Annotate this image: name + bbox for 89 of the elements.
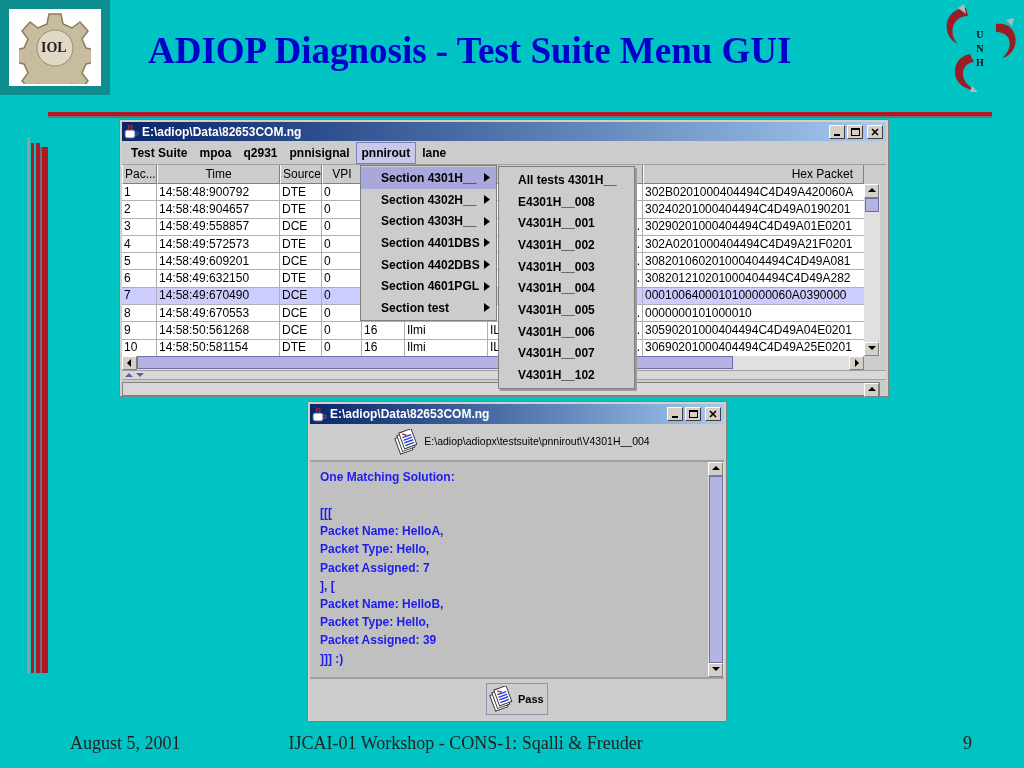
ellipsis-text: .. bbox=[633, 323, 640, 338]
table-cell: 30690201000404494C4D49A25E0201 bbox=[645, 340, 852, 356]
menu-entry-label: Section 4301H__ bbox=[381, 169, 477, 187]
menu-entry-label: Section 4303H__ bbox=[381, 213, 477, 231]
menu-entry-label: Section 4402DBS bbox=[381, 256, 480, 274]
ellipsis-text: .. bbox=[633, 236, 640, 252]
table-cell: 0000000101000010 bbox=[645, 305, 752, 321]
result-heading: One Matching Solution: bbox=[320, 469, 456, 486]
ellipsis-text: .. bbox=[633, 219, 640, 235]
result-line: ], [ bbox=[320, 577, 336, 595]
table-cell: 14:58:48:904657 bbox=[159, 201, 250, 217]
table-cell: 5 bbox=[124, 253, 131, 269]
table-cell: DCE bbox=[282, 305, 308, 321]
table-cell: 14:58:50:561268 bbox=[159, 323, 250, 338]
table-cell: 16 bbox=[364, 323, 378, 338]
result-line: Packet Type: Hello, bbox=[320, 541, 431, 559]
table-cell: 0001006400010100000060A0390000 bbox=[645, 288, 847, 304]
result-line: Packet Name: HelloA, bbox=[320, 523, 445, 541]
table-cell: 16 bbox=[364, 340, 378, 356]
table-cell: 0 bbox=[324, 271, 331, 287]
table-cell: 14:58:49:558857 bbox=[159, 219, 250, 235]
window-title: E:\adiop\Data\82653COM.ng bbox=[330, 406, 490, 423]
emblem-letter: U bbox=[976, 28, 984, 42]
table-cell: 308201060201000404494C4D49A081 bbox=[645, 253, 851, 269]
result-line: Packet Assigned: 39 bbox=[320, 632, 438, 650]
table-cell: 30590201000404494C4D49A04E0201 bbox=[645, 323, 852, 338]
table-cell: 14:58:49:609201 bbox=[159, 253, 250, 269]
table-cell: DTE bbox=[282, 184, 306, 200]
result-line: ]]] :) bbox=[320, 650, 345, 668]
table-cell: 14:58:49:670553 bbox=[159, 305, 250, 321]
table-cell: DCE bbox=[282, 323, 308, 338]
table-cell: 0 bbox=[324, 253, 331, 269]
table-cell: DTE bbox=[282, 271, 306, 287]
table-cell: 308201210201000404494C4D49A282 bbox=[645, 271, 851, 287]
table-cell: 10 bbox=[124, 340, 138, 356]
table-cell: DCE bbox=[282, 288, 308, 304]
table-cell: Ilmi bbox=[407, 323, 426, 338]
menu-entry-label: Section test bbox=[381, 299, 449, 317]
table-cell: 30240201000404494C4D49A0190201 bbox=[645, 201, 851, 217]
slide-title: ADIOP Diagnosis - Test Suite Menu GUI bbox=[148, 29, 792, 73]
table-cell: 14:58:50:581154 bbox=[159, 340, 249, 356]
table-cell: 0 bbox=[324, 305, 331, 321]
table-cell: 14:58:49:670490 bbox=[159, 288, 250, 304]
table-cell: 14:58:49:572573 bbox=[159, 236, 250, 252]
table-cell: 14:58:48:900792 bbox=[159, 184, 250, 200]
ellipsis-text: .. bbox=[633, 271, 640, 287]
menu-entry-label: Section 4401DBS bbox=[381, 234, 480, 252]
ellipsis-text: .. bbox=[633, 340, 640, 356]
ellipsis-text: .. bbox=[633, 305, 640, 321]
table-cell: DTE bbox=[282, 201, 306, 217]
result-line: Packet Assigned: 7 bbox=[320, 559, 431, 577]
table-cell: DTE bbox=[282, 236, 306, 252]
window-title: E:\adiop\Data\82653COM.ng bbox=[142, 123, 302, 141]
table-cell: 0 bbox=[324, 219, 331, 235]
result-line: [[[ bbox=[320, 505, 333, 522]
table-cell: 1 bbox=[124, 184, 131, 200]
table-cell: Ilmi bbox=[407, 340, 426, 356]
page-number: 9 bbox=[963, 732, 972, 755]
table-cell: 0 bbox=[324, 201, 331, 217]
table-cell: 14:58:49:632150 bbox=[159, 271, 250, 287]
menu-entry-label: Section 4601PGL bbox=[381, 278, 480, 296]
table-cell: DCE bbox=[282, 253, 308, 269]
ellipsis-text: .. bbox=[633, 253, 640, 269]
table-cell: 0 bbox=[324, 323, 331, 338]
table-cell: 30290201000404494C4D49A01E0201 bbox=[645, 219, 852, 235]
emblem-letter: N bbox=[976, 42, 984, 56]
table-cell: 302B0201000404494C4D49A420060A bbox=[645, 184, 854, 200]
table-cell: 9 bbox=[124, 323, 131, 338]
table-cell: 2 bbox=[124, 201, 131, 217]
table-cell: DTE bbox=[282, 340, 306, 356]
file-path: E:\adiop\adiopx\testsuite\pnnirout\V4301H__004 bbox=[424, 434, 650, 450]
table-cell: 302A0201000404494C4D49A21F0201 bbox=[645, 236, 853, 252]
result-line: Packet Name: HelloB, bbox=[320, 596, 445, 613]
table-cell: DCE bbox=[282, 219, 308, 235]
table-cell: 4 bbox=[124, 236, 131, 252]
logo-text: IOL bbox=[41, 39, 67, 56]
table-cell: 0 bbox=[324, 184, 331, 200]
table-cell: 8 bbox=[124, 305, 131, 321]
footer-date: August 5, 2001 bbox=[70, 732, 181, 755]
table-cell: 3 bbox=[124, 219, 131, 235]
table-cell: 0 bbox=[324, 340, 331, 356]
table-cell: 6 bbox=[124, 271, 131, 287]
table-cell: 7 bbox=[124, 288, 131, 304]
menu-entry-label: Section 4302H__ bbox=[381, 191, 477, 209]
table-cell: 0 bbox=[324, 236, 331, 252]
emblem-letter: H bbox=[976, 56, 984, 70]
table-cell: 0 bbox=[324, 288, 331, 304]
result-line: Packet Type: Hello, bbox=[320, 614, 431, 632]
footer-text: IJCAI-01 Workshop - CONS-1: Sqalli & Freuder bbox=[288, 732, 643, 755]
